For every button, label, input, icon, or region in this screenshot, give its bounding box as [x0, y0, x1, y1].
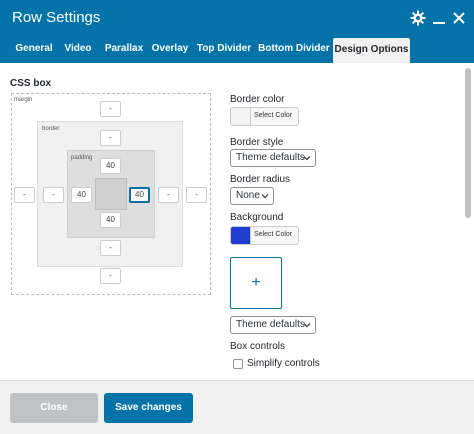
border-style-label: Border style [230, 137, 284, 148]
tab-parallax[interactable]: Parallax [101, 37, 147, 63]
tab-bar: General Video Parallax Overlay Top Divid… [0, 37, 474, 63]
window-title: Row Settings [12, 9, 101, 26]
padding-bottom-input[interactable]: 40 [100, 212, 121, 228]
close-icon[interactable] [451, 10, 467, 26]
padding-label: padding [71, 155, 93, 161]
border-color-select-label: Select Color [254, 112, 293, 119]
background-color-select-label: Select Color [254, 231, 293, 238]
chevron-down-icon [303, 323, 311, 328]
chevron-down-icon [303, 156, 311, 161]
simplify-controls-label: Simplify controls [247, 358, 320, 369]
background-style-value: Theme defaults [236, 319, 305, 330]
background-label: Background [230, 212, 284, 223]
title-bar: Row Settings [0, 0, 474, 37]
css-box-title: CSS box [10, 78, 52, 89]
save-changes-button[interactable]: Save changes [104, 393, 193, 423]
minimize-icon[interactable] [431, 10, 447, 26]
margin-right-input[interactable]: - [186, 187, 207, 203]
box-controls-label: Box controls [230, 341, 286, 352]
border-radius-label: Border radius [230, 174, 291, 185]
margin-bottom-input[interactable]: - [100, 268, 121, 284]
margin-label: margin [14, 97, 33, 103]
add-background-image-button[interactable]: + [230, 257, 282, 309]
tab-overlay[interactable]: Overlay [151, 37, 189, 63]
tab-top-divider[interactable]: Top Divider [196, 37, 252, 63]
border-color-label: Border color [230, 94, 285, 105]
content-box [95, 178, 127, 210]
border-radius-select[interactable]: None [230, 187, 274, 205]
chevron-down-icon [261, 194, 269, 199]
border-style-select[interactable]: Theme defaults [230, 149, 316, 167]
border-right-input[interactable]: - [158, 187, 179, 203]
border-color-swatch [231, 108, 251, 125]
tab-video[interactable]: Video [60, 37, 96, 63]
scrollbar[interactable] [465, 68, 471, 218]
background-color-picker[interactable]: Select Color [230, 226, 299, 245]
background-style-select[interactable]: Theme defaults [230, 316, 316, 334]
border-radius-value: None [236, 190, 260, 201]
tab-bottom-divider[interactable]: Bottom Divider [258, 37, 330, 63]
simplify-controls-checkbox[interactable] [233, 359, 243, 369]
margin-left-input[interactable]: - [14, 187, 35, 203]
background-color-swatch [231, 227, 251, 244]
border-top-input[interactable]: - [100, 130, 121, 146]
border-label: border [42, 126, 60, 132]
border-left-input[interactable]: - [43, 187, 64, 203]
tab-general[interactable]: General [11, 37, 57, 63]
border-color-picker[interactable]: Select Color [230, 107, 299, 126]
plus-icon: + [251, 274, 261, 291]
padding-top-input[interactable]: 40 [100, 158, 121, 174]
padding-right-input[interactable]: 40 [129, 187, 150, 203]
margin-top-input[interactable]: - [100, 101, 121, 117]
gear-icon[interactable] [410, 10, 426, 26]
border-style-value: Theme defaults [236, 152, 305, 163]
padding-left-input[interactable]: 40 [71, 187, 92, 203]
tab-design-options[interactable]: Design Options [333, 38, 410, 63]
close-button[interactable]: Close [10, 393, 98, 423]
border-bottom-input[interactable]: - [100, 240, 121, 256]
